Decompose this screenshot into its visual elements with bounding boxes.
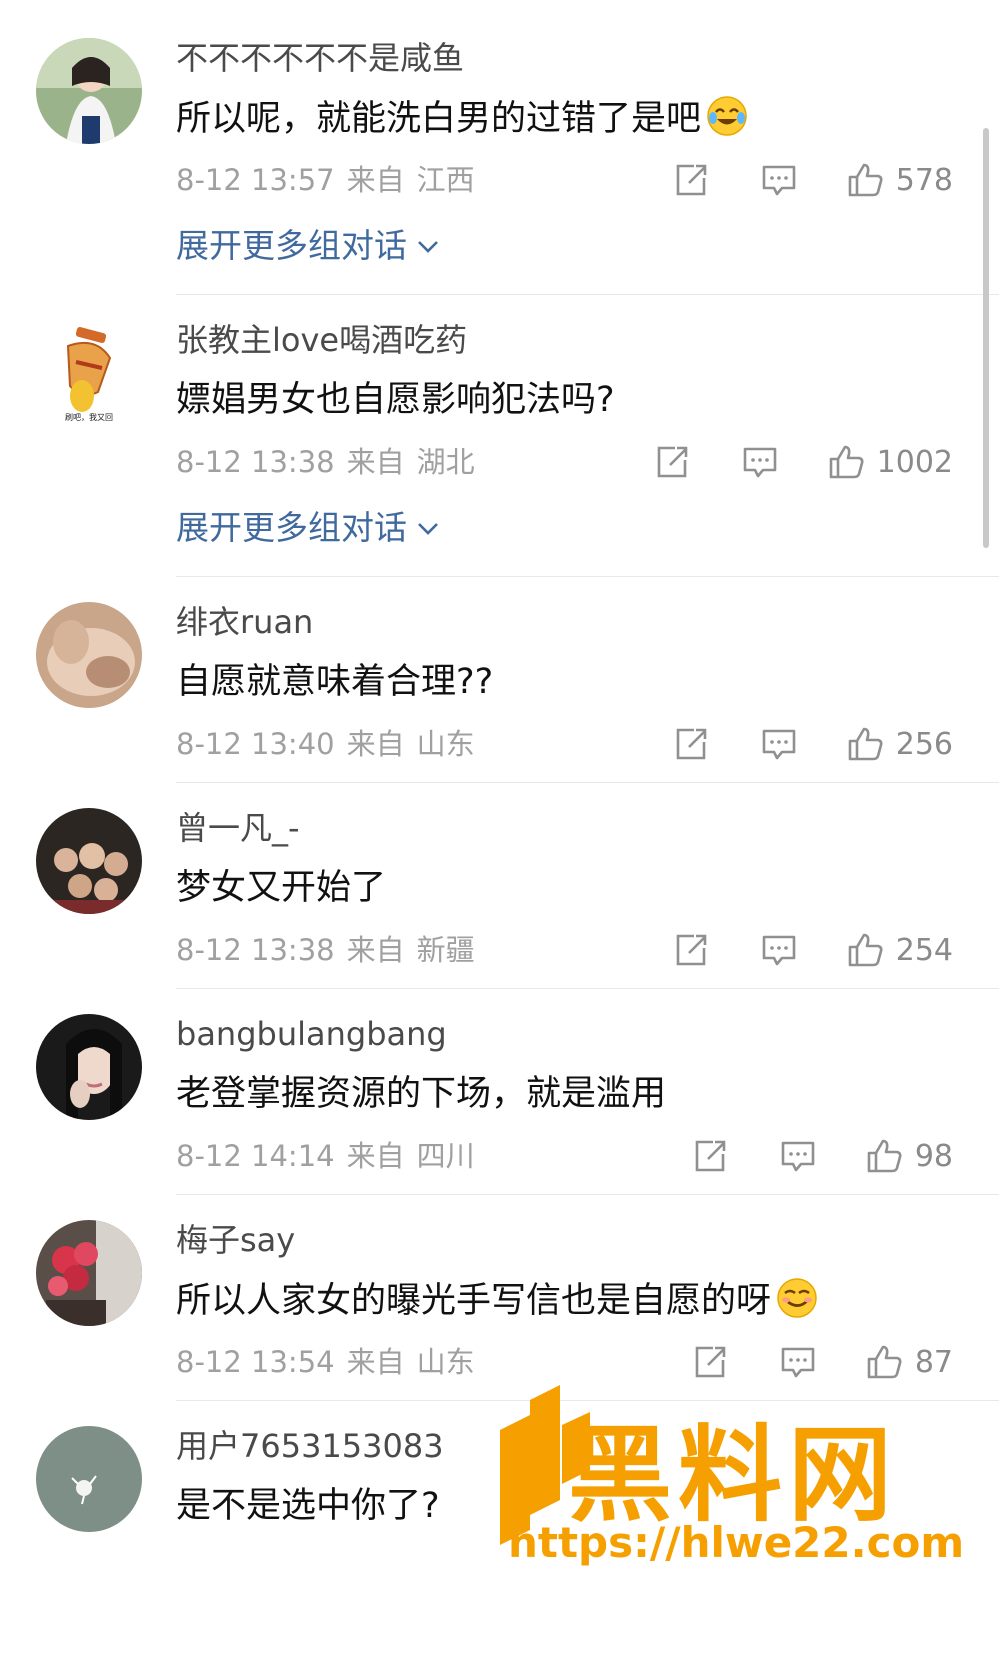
avatar[interactable] (36, 38, 142, 144)
watermark-url: https://hlwe22.com (508, 1518, 965, 1567)
comment-source-label: 来自 (346, 163, 405, 197)
like-count: 87 (914, 1344, 953, 1380)
comment-list: 不不不不不不是咸鱼 所以呢，就能洗白男的过错了是吧 8-12 13:57 来自 江西… (0, 0, 999, 1664)
divider (176, 576, 999, 577)
comment-actions: 98 (691, 1134, 953, 1178)
comment-source-label: 来自 (346, 1345, 405, 1379)
comment-text: 梦女又开始了 (176, 868, 387, 908)
comment-item: 不不不不不不是咸鱼 所以呢，就能洗白男的过错了是吧 8-12 13:57 来自 江西… (0, 38, 999, 294)
comment-location: 四川 (416, 1139, 475, 1173)
comment-actions: 1002 (653, 440, 953, 484)
comment-item: 梅子say 所以人家女的曝光手写信也是自愿的呀 8-12 13:54 来自 山东 8… (0, 1220, 999, 1400)
comment-meta: 8-12 13:38 来自 湖北 (176, 444, 475, 480)
comment-text: 是不是选中你了? (176, 1486, 440, 1526)
comment-source-label: 来自 (346, 445, 405, 479)
comment-date: 8-12 13:40 (176, 727, 335, 761)
avatar[interactable] (36, 1220, 142, 1326)
like-icon[interactable] (827, 443, 865, 481)
comment-icon[interactable] (779, 1137, 817, 1175)
username[interactable]: 不不不不不不是咸鱼 (176, 38, 464, 78)
like-icon[interactable] (846, 931, 884, 969)
comment-location: 山东 (416, 727, 475, 761)
comment-actions: 256 (672, 722, 953, 766)
comment-source-label: 来自 (346, 933, 405, 967)
username[interactable]: 绯衣ruan (176, 602, 313, 642)
like-icon[interactable] (865, 1137, 903, 1175)
comment-text: 嫖娼男女也自愿影响犯法吗? (176, 380, 615, 420)
comment-meta: 8-12 13:54 来自 山东 (176, 1344, 475, 1380)
avatar[interactable]: 刷吧，我又回 (36, 322, 142, 428)
like-count: 256 (895, 726, 953, 762)
username[interactable]: 张教主love喝酒吃药 (176, 320, 467, 360)
share-icon[interactable] (672, 931, 710, 969)
avatar-caption: 刷吧，我又回 (65, 412, 113, 422)
comment-source-label: 来自 (346, 727, 405, 761)
like-count: 254 (895, 932, 953, 968)
comment-location: 新疆 (416, 933, 475, 967)
comment-icon[interactable] (779, 1343, 817, 1381)
like-icon[interactable] (865, 1343, 903, 1381)
username[interactable]: 用户7653153083 (176, 1426, 444, 1466)
comment-location: 湖北 (416, 445, 475, 479)
comment-meta: 8-12 13:38 来自 新疆 (176, 932, 475, 968)
comment-source-label: 来自 (346, 1139, 405, 1173)
comment-item: 刷吧，我又回 张教主love喝酒吃药 嫖娼男女也自愿影响犯法吗? 8-12 13… (0, 320, 999, 576)
chevron-down-icon (418, 241, 438, 253)
comment-item: 曾一凡_- 梦女又开始了 8-12 13:38 来自 新疆 254 (0, 808, 999, 988)
comment-meta: 8-12 13:40 来自 山东 (176, 726, 475, 762)
comment-text: 所以人家女的曝光手写信也是自愿的呀 (176, 1276, 819, 1325)
chevron-down-icon (418, 523, 438, 535)
avatar[interactable] (36, 1014, 142, 1120)
divider (176, 294, 999, 295)
smirk-emoji (777, 1278, 817, 1318)
comment-icon[interactable] (760, 931, 798, 969)
like-count: 98 (914, 1138, 953, 1174)
like-icon[interactable] (846, 725, 884, 763)
username[interactable]: 曾一凡_- (176, 808, 300, 848)
expand-conversation-link[interactable]: 展开更多组对话 (176, 506, 441, 550)
comment-date: 8-12 13:57 (176, 163, 335, 197)
comment-meta: 8-12 14:14 来自 四川 (176, 1138, 475, 1174)
comment-text: 自愿就意味着合理?? (176, 662, 494, 702)
comment-text: 老登掌握资源的下场，就是滥用 (176, 1074, 667, 1114)
comment-actions: 87 (691, 1340, 953, 1384)
comment-text: 所以呢，就能洗白男的过错了是吧 (176, 94, 749, 143)
username[interactable]: bangbulangbang (176, 1014, 447, 1054)
like-icon[interactable] (846, 161, 884, 199)
crying-laughing-emoji (707, 96, 747, 136)
divider (176, 1194, 999, 1195)
comment-icon[interactable] (760, 725, 798, 763)
comment-date: 8-12 14:14 (176, 1139, 335, 1173)
avatar[interactable] (36, 602, 142, 708)
comment-icon[interactable] (741, 443, 779, 481)
comment-location: 山东 (416, 1345, 475, 1379)
share-icon[interactable] (691, 1343, 729, 1381)
comment-date: 8-12 13:38 (176, 445, 335, 479)
share-icon[interactable] (672, 725, 710, 763)
username[interactable]: 梅子say (176, 1220, 295, 1260)
comment-item: 绯衣ruan 自愿就意味着合理?? 8-12 13:40 来自 山东 256 (0, 602, 999, 782)
comment-meta: 8-12 13:57 来自 江西 (176, 162, 475, 198)
comment-icon[interactable] (760, 161, 798, 199)
comment-date: 8-12 13:54 (176, 1345, 335, 1379)
expand-conversation-link[interactable]: 展开更多组对话 (176, 224, 441, 268)
comment-actions: 254 (672, 928, 953, 972)
share-icon[interactable] (672, 161, 710, 199)
avatar[interactable] (36, 808, 142, 914)
like-count: 578 (895, 162, 953, 198)
divider (176, 988, 999, 989)
avatar[interactable] (36, 1426, 142, 1532)
share-icon[interactable] (691, 1137, 729, 1175)
comment-location: 江西 (416, 163, 475, 197)
divider (176, 782, 999, 783)
like-count: 1002 (876, 444, 953, 480)
comment-date: 8-12 13:38 (176, 933, 335, 967)
comment-actions: 578 (672, 158, 953, 202)
scrollbar[interactable] (983, 128, 989, 548)
share-icon[interactable] (653, 443, 691, 481)
comment-item: bangbulangbang 老登掌握资源的下场，就是滥用 8-12 14:14… (0, 1014, 999, 1194)
